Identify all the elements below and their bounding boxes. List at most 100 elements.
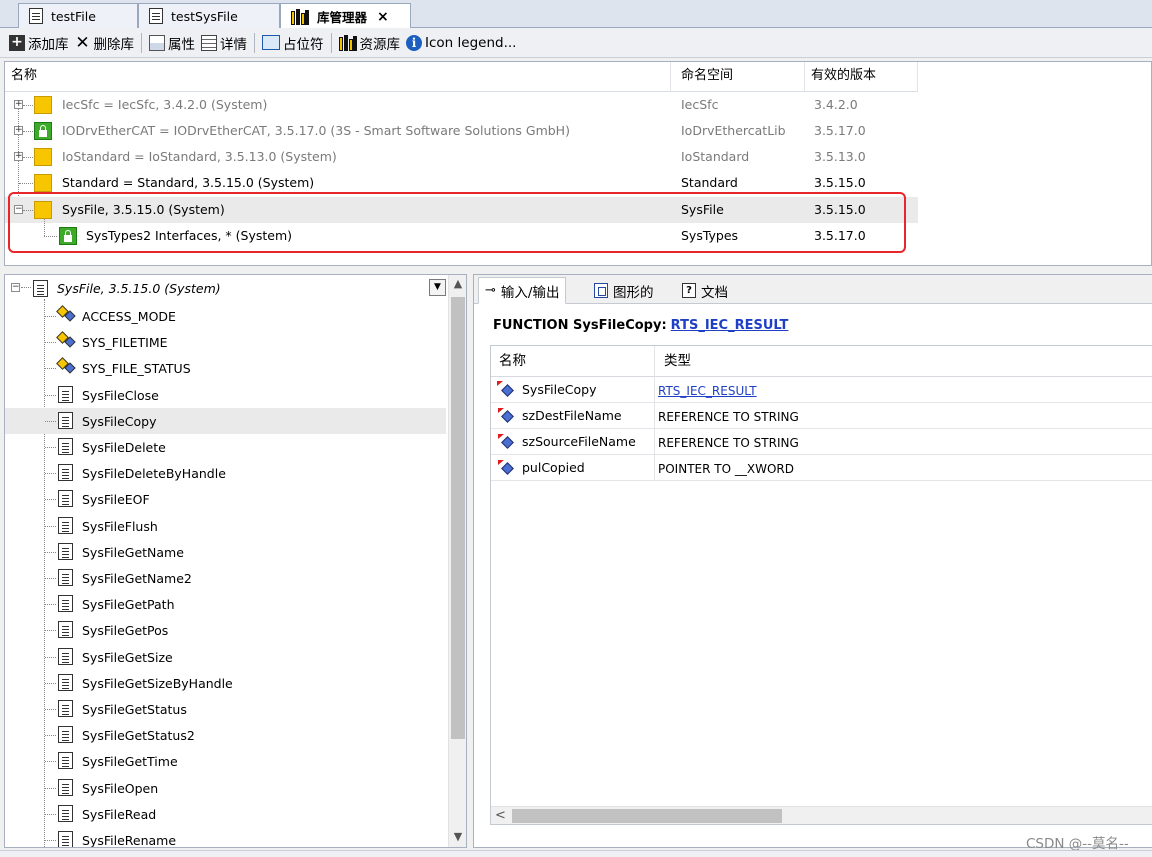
scroll-down-icon[interactable]: ▼ <box>449 828 466 846</box>
io-type-link[interactable]: RTS_IEC_RESULT <box>658 384 757 398</box>
tree-root[interactable]: − SysFile, 3.5.15.0 (System) ▼ <box>5 275 446 303</box>
function-icon <box>58 804 73 822</box>
info-icon: i <box>406 34 422 51</box>
tree-item-type[interactable]: SYS_FILE_STATUS <box>5 355 446 381</box>
tree-guide-line <box>45 682 56 684</box>
horizontal-scrollbar[interactable]: < <box>491 806 1152 824</box>
tab-documentation[interactable]: ? 文档 <box>675 277 735 304</box>
tree-item-function[interactable]: SysFileDeleteByHandle <box>5 460 446 486</box>
tab-testsysfile[interactable]: testSysFile <box>138 3 280 28</box>
input-variable-icon <box>497 433 513 449</box>
scroll-left-icon[interactable]: < <box>495 807 506 825</box>
tree-item-type[interactable]: ACCESS_MODE <box>5 303 446 329</box>
vertical-scrollbar[interactable]: ▲ ▼ <box>448 275 466 847</box>
tree-item-function[interactable]: SysFileGetStatus2 <box>5 722 446 748</box>
tree-item-label: SysFileDeleteByHandle <box>82 466 226 482</box>
tree-item-function[interactable]: SysFileGetName2 <box>5 565 446 591</box>
column-header-version[interactable]: 有效的版本 <box>805 62 918 91</box>
tree-item-function[interactable]: SysFileGetPath <box>5 591 446 617</box>
tab-library-manager[interactable]: 库管理器 × <box>280 3 411 29</box>
expand-icon[interactable]: + <box>14 100 23 109</box>
expand-icon[interactable]: + <box>14 152 23 161</box>
tab-testfile[interactable]: testFile <box>18 3 138 28</box>
return-type-link[interactable]: RTS_IEC_RESULT <box>671 318 789 333</box>
close-icon[interactable]: × <box>377 9 389 25</box>
expand-icon[interactable]: + <box>14 126 23 135</box>
properties-button[interactable]: 属性 <box>146 31 198 55</box>
icon-legend-button[interactable]: i Icon legend... <box>403 31 519 55</box>
tree-item-function[interactable]: SysFileGetSize <box>5 644 446 670</box>
tree-guide-line <box>45 342 56 344</box>
tab-label: 输入/输出 <box>500 284 560 301</box>
function-icon <box>58 569 73 586</box>
tree-item-label: SysFileOpen <box>82 780 159 796</box>
tree-item-label: SysFileCopy <box>82 413 157 429</box>
tree-item-function[interactable]: SysFileGetPos <box>5 617 446 643</box>
tree-item-function[interactable]: SysFileDelete <box>5 434 446 460</box>
function-icon <box>58 673 73 691</box>
chevron-down-icon[interactable]: ▼ <box>429 279 446 296</box>
io-variable-row[interactable]: szDestFileName REFERENCE TO STRING <box>491 403 1152 429</box>
library-row[interactable]: + IecSfc = IecSfc, 3.4.2.0 (System) IecS… <box>5 92 918 118</box>
library-content-tree: − SysFile, 3.5.15.0 (System) ▼ ACCESS_MO… <box>4 274 467 848</box>
tree-item-label: SysFileGetTime <box>82 754 178 770</box>
details-button[interactable]: 详情 <box>198 31 250 55</box>
placeholder-label: 占位符 <box>283 36 324 53</box>
tree-item-function[interactable]: SysFileGetName <box>5 539 446 565</box>
scrollbar-thumb[interactable] <box>451 297 465 739</box>
tree-guide-line <box>21 287 31 288</box>
document-icon <box>29 8 43 24</box>
library-table-header: 名称 命名空间 有效的版本 <box>5 62 918 92</box>
scrollbar-thumb[interactable] <box>512 809 782 823</box>
tree-item-label: SysFileGetSize <box>82 649 173 665</box>
column-header-name[interactable]: 名称 <box>5 62 671 91</box>
library-document-icon <box>33 280 48 297</box>
tree-item-function[interactable]: SysFileRename <box>5 827 446 847</box>
tree-item-function[interactable]: SysFileGetTime <box>5 748 446 774</box>
properties-label: 属性 <box>168 36 195 53</box>
function-icon <box>58 726 73 744</box>
tab-inputs-outputs[interactable]: ⊸ 输入/输出 <box>478 277 567 304</box>
add-library-button[interactable]: + 添加库 <box>6 31 72 55</box>
tree-item-function[interactable]: SysFileEOF <box>5 486 446 512</box>
tree-guide-line <box>45 551 56 553</box>
details-label: 详情 <box>220 36 247 53</box>
graphic-icon <box>594 283 608 298</box>
io-variable-row[interactable]: SysFileCopy RTS_IEC_RESULT <box>491 377 1152 403</box>
collapse-icon[interactable]: − <box>11 283 20 292</box>
tree-guide-line <box>45 316 56 317</box>
tree-item-function[interactable]: SysFileFlush <box>5 513 446 539</box>
tree-item-function[interactable]: SysFileClose <box>5 382 446 408</box>
tab-graphic[interactable]: 图形的 <box>587 277 661 304</box>
return-variable-icon <box>497 381 513 397</box>
tree-guide-line <box>45 394 56 396</box>
function-icon <box>58 621 73 639</box>
library-icon <box>291 8 309 25</box>
placeholder-button[interactable]: 占位符 <box>259 31 327 55</box>
tree-item-label: SysFileGetPath <box>82 597 175 613</box>
io-variable-row[interactable]: szSourceFileName REFERENCE TO STRING <box>491 429 1152 455</box>
column-header-namespace[interactable]: 命名空间 <box>675 62 805 91</box>
library-row[interactable]: + IoStandard = IoStandard, 3.5.13.0 (Sys… <box>5 144 918 170</box>
tree-guide-line <box>45 761 56 763</box>
column-header-name[interactable]: 名称 <box>491 346 655 377</box>
tree-item-function[interactable]: SysFileCopy <box>5 407 446 434</box>
io-variable-row[interactable]: pulCopied POINTER TO __XWORD <box>491 455 1152 481</box>
tree-item-label: SysFileGetStatus2 <box>82 728 195 744</box>
details-icon <box>201 34 217 51</box>
tree-guide-line <box>45 604 56 606</box>
scroll-up-icon[interactable]: ▲ <box>449 275 466 293</box>
tree-item-function[interactable]: SysFileGetSizeByHandle <box>5 670 446 696</box>
io-table-header: 名称 类型 <box>491 346 1152 377</box>
library-row[interactable]: + IODrvEtherCAT = IODrvEtherCAT, 3.5.17.… <box>5 118 918 144</box>
tree-guide-line <box>45 525 56 527</box>
function-icon <box>58 385 73 403</box>
repository-button[interactable]: 资源库 <box>336 31 404 55</box>
delete-library-button[interactable]: ✕ 删除库 <box>72 31 138 55</box>
column-header-type[interactable]: 类型 <box>656 346 691 377</box>
tree-item-function[interactable]: SysFileGetStatus <box>5 696 446 722</box>
tree-item-label: SysFileRead <box>82 806 157 822</box>
tree-item-type[interactable]: SYS_FILETIME <box>5 329 446 355</box>
tree-item-function[interactable]: SysFileRead <box>5 801 446 827</box>
tree-item-function[interactable]: SysFileOpen <box>5 775 446 801</box>
